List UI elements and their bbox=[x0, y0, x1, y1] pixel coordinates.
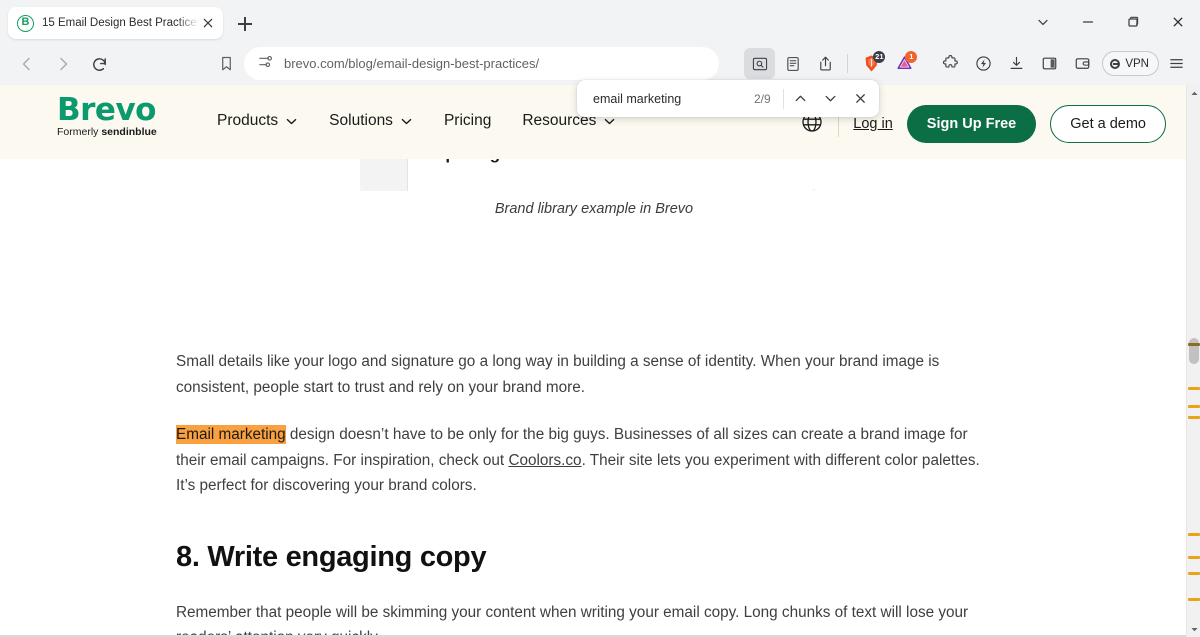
logo-sub-prefix: Formerly bbox=[57, 126, 98, 138]
scrollbar-find-mark bbox=[1188, 343, 1200, 346]
logo-subtitle: Formerly sendinblue bbox=[57, 126, 157, 138]
sidebar-panel-icon[interactable] bbox=[1034, 48, 1065, 79]
section-heading: 8. Write engaging copy bbox=[176, 541, 996, 574]
find-in-page-icon[interactable] bbox=[744, 48, 775, 79]
find-bar: 2/9 bbox=[577, 80, 879, 117]
get-a-demo-button[interactable]: Get a demo bbox=[1050, 105, 1166, 143]
article-body: Small details like your logo and signatu… bbox=[176, 349, 996, 637]
scrollbar-find-mark bbox=[1188, 533, 1200, 536]
logo-sub-brand: sendinblue bbox=[101, 126, 156, 138]
sign-up-free-button[interactable]: Sign Up Free bbox=[907, 105, 1036, 143]
vpn-button[interactable]: VPN bbox=[1102, 51, 1159, 76]
downloads-icon[interactable] bbox=[1001, 48, 1032, 79]
find-match-highlight: Email marketing bbox=[176, 425, 286, 444]
vpn-shield-icon bbox=[1110, 59, 1120, 69]
hamburger-menu-icon[interactable] bbox=[1161, 48, 1192, 79]
page-viewport: Brevo Formerly sendinblue Products Solut… bbox=[0, 85, 1200, 637]
brave-wallet-icon[interactable] bbox=[1067, 48, 1098, 79]
scrollbar-find-mark bbox=[1188, 598, 1200, 601]
chevron-down-icon bbox=[400, 115, 413, 128]
minimize-button[interactable] bbox=[1065, 0, 1110, 43]
scrollbar-find-mark bbox=[1188, 572, 1200, 575]
find-next-button[interactable] bbox=[815, 84, 845, 114]
find-input[interactable] bbox=[593, 92, 754, 106]
window-close-button[interactable] bbox=[1155, 0, 1200, 43]
scrollbar-find-mark bbox=[1188, 387, 1200, 390]
brevo-favicon-icon bbox=[17, 15, 34, 32]
figure-caption: Brand library example in Brevo bbox=[0, 201, 1188, 217]
address-bar[interactable]: brevo.com/blog/email-design-best-practic… bbox=[244, 47, 719, 80]
figure-image: Spacing bbox=[360, 159, 815, 191]
paragraph-2: Email marketing design doesn’t have to b… bbox=[176, 422, 996, 499]
tab-close-icon[interactable] bbox=[199, 14, 217, 32]
tab-search-button[interactable] bbox=[1020, 0, 1065, 43]
maximize-button[interactable] bbox=[1110, 0, 1155, 43]
nav-label: Pricing bbox=[444, 112, 491, 130]
tab-strip: 15 Email Design Best Practices f bbox=[0, 0, 1200, 43]
paragraph-1: Small details like your logo and signatu… bbox=[176, 349, 996, 400]
scroll-down-arrow-icon[interactable] bbox=[1187, 621, 1200, 637]
shields-badge: 21 bbox=[873, 51, 885, 63]
find-match-count: 2/9 bbox=[754, 92, 771, 106]
find-close-button[interactable] bbox=[845, 84, 875, 114]
paragraph-3: Remember that people will be skimming yo… bbox=[176, 600, 996, 637]
browser-tab[interactable]: 15 Email Design Best Practices f bbox=[8, 7, 223, 39]
scroll-up-arrow-icon[interactable] bbox=[1187, 85, 1200, 101]
forward-button[interactable] bbox=[48, 49, 78, 79]
rewards-badge: 1 bbox=[905, 51, 917, 63]
brevo-logo[interactable]: Brevo Formerly sendinblue bbox=[57, 93, 157, 138]
login-link[interactable]: Log in bbox=[853, 116, 893, 132]
window-controls bbox=[1020, 0, 1200, 43]
vpn-label: VPN bbox=[1125, 58, 1149, 70]
new-tab-button[interactable] bbox=[232, 11, 258, 37]
bookmark-button[interactable] bbox=[212, 49, 240, 77]
find-previous-button[interactable] bbox=[786, 84, 816, 114]
toolbar-divider bbox=[847, 54, 848, 73]
nav-item-products[interactable]: Products bbox=[217, 112, 298, 130]
chevron-down-icon bbox=[285, 115, 298, 128]
figure-panel-title: Spacing bbox=[434, 159, 500, 164]
back-button[interactable] bbox=[12, 49, 42, 79]
tab-title: 15 Email Design Best Practices f bbox=[42, 17, 199, 29]
nav-label: Products bbox=[217, 112, 278, 130]
leo-ai-icon[interactable] bbox=[968, 48, 999, 79]
scrollbar-find-mark bbox=[1188, 556, 1200, 559]
extensions-icon[interactable] bbox=[935, 48, 966, 79]
site-settings-icon[interactable] bbox=[258, 54, 273, 74]
coolors-link[interactable]: Coolors.co bbox=[508, 452, 581, 469]
browser-window: 15 Email Design Best Practices f bbox=[0, 0, 1200, 637]
reader-mode-icon[interactable] bbox=[777, 48, 808, 79]
scrollbar-find-mark bbox=[1188, 416, 1200, 419]
reload-button[interactable] bbox=[84, 49, 114, 79]
nav-item-pricing[interactable]: Pricing bbox=[444, 112, 491, 130]
share-icon[interactable] bbox=[810, 48, 841, 79]
url-text: brevo.com/blog/email-design-best-practic… bbox=[284, 56, 539, 71]
figure-side-panel bbox=[360, 159, 408, 191]
find-divider bbox=[783, 89, 784, 109]
logo-wordmark: Brevo bbox=[57, 93, 157, 127]
nav-item-solutions[interactable]: Solutions bbox=[329, 112, 413, 130]
brave-shields-icon[interactable]: 21 bbox=[856, 48, 887, 79]
page-scrollbar[interactable] bbox=[1186, 85, 1200, 637]
scrollbar-find-mark bbox=[1188, 405, 1200, 408]
brave-rewards-icon[interactable]: 1 bbox=[889, 48, 920, 79]
toolbar-right-icons: 21 1 VPN bbox=[742, 47, 1192, 80]
site-nav: Products Solutions Pricing Resources bbox=[217, 112, 616, 130]
nav-label: Solutions bbox=[329, 112, 393, 130]
